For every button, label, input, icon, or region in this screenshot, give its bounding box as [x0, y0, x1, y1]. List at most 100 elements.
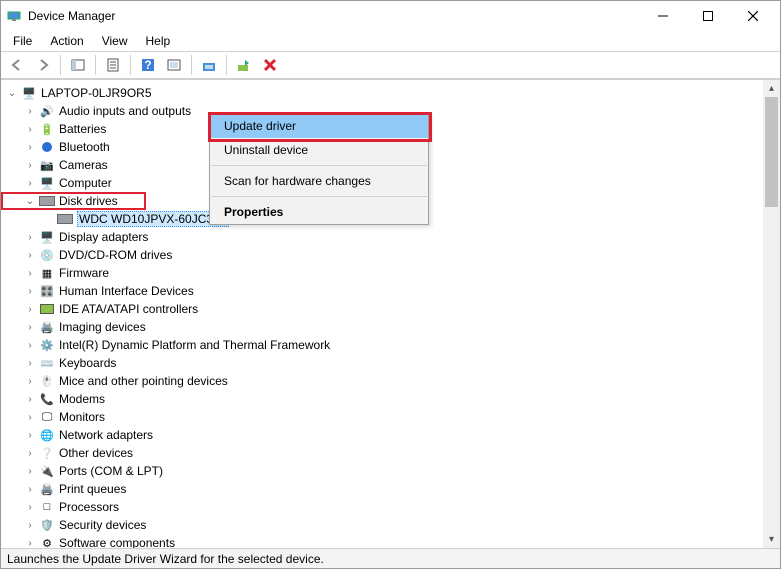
tree-root[interactable]: ⌄LAPTOP-0LJR9OR5 [1, 84, 763, 102]
cam-icon [39, 157, 55, 173]
toolbar-properties-button[interactable] [101, 53, 125, 77]
tree-item-label: Monitors [59, 410, 105, 424]
speaker-icon [39, 103, 55, 119]
tree-item-label: Human Interface Devices [59, 284, 194, 298]
tree-category[interactable]: ›Imaging devices [1, 318, 763, 336]
menu-file[interactable]: File [5, 32, 40, 50]
other-icon [39, 445, 55, 461]
expander-icon[interactable]: › [23, 302, 37, 316]
mouse-icon [39, 373, 55, 389]
tree-category[interactable]: ›Print queues [1, 480, 763, 498]
minimize-button[interactable] [640, 2, 685, 30]
tree-category[interactable]: ›Mice and other pointing devices [1, 372, 763, 390]
tree-category[interactable]: ›Processors [1, 498, 763, 516]
toolbar-forward-button[interactable] [31, 53, 55, 77]
svg-text:?: ? [144, 58, 151, 72]
toolbar-help-button[interactable]: ? [136, 53, 160, 77]
expander-icon[interactable]: › [23, 446, 37, 460]
tree-category[interactable]: › Intel(R) Dynamic Platform and Thermal F… [1, 336, 763, 354]
tree-category[interactable]: › Other devices [1, 444, 763, 462]
pc-icon [21, 85, 37, 101]
tree-item-label: Intel(R) Dynamic Platform and Thermal Fr… [59, 338, 330, 352]
tree-category[interactable]: ›Network adapters [1, 426, 763, 444]
modem-icon [39, 391, 55, 407]
expander-icon[interactable]: › [23, 428, 37, 442]
expander-icon[interactable]: › [23, 122, 37, 136]
tree-category[interactable]: ›DVD/CD-ROM drives [1, 246, 763, 264]
tree-category[interactable]: ›Security devices [1, 516, 763, 534]
tree-item-label: Disk drives [59, 194, 118, 208]
expander-icon[interactable]: › [23, 140, 37, 154]
expander-icon[interactable]: › [23, 392, 37, 406]
context-uninstall-device[interactable]: Uninstall device [210, 138, 428, 162]
expander-icon[interactable]: › [23, 518, 37, 532]
scroll-thumb[interactable] [765, 97, 778, 207]
scroll-down-button[interactable]: ▾ [763, 531, 780, 548]
expander-icon[interactable]: › [23, 410, 37, 424]
toolbar-update-driver-button[interactable] [197, 53, 221, 77]
tree-item-label: Display adapters [59, 230, 148, 244]
expander-icon[interactable]: › [23, 536, 37, 548]
expander-icon[interactable]: › [23, 320, 37, 334]
menu-help[interactable]: Help [138, 32, 179, 50]
expander-icon[interactable]: ⌄ [5, 86, 19, 100]
expander-icon[interactable]: › [23, 158, 37, 172]
expander-icon[interactable] [41, 212, 55, 226]
tree-category[interactable]: › Human Interface Devices [1, 282, 763, 300]
close-button[interactable] [730, 2, 775, 30]
expander-icon[interactable]: › [23, 248, 37, 262]
expander-icon[interactable]: › [23, 266, 37, 280]
tree-item-label: Audio inputs and outputs [59, 104, 191, 118]
tree-category[interactable]: › Monitors [1, 408, 763, 426]
toolbar: ? [1, 51, 780, 79]
tree-item-label: Bluetooth [59, 140, 110, 154]
tree-category[interactable]: › Keyboards [1, 354, 763, 372]
status-text: Launches the Update Driver Wizard for th… [7, 552, 324, 566]
toolbar-back-button[interactable] [5, 53, 29, 77]
tree-item-label: Keyboards [59, 356, 116, 370]
tree-category[interactable]: › Ports (COM & LPT) [1, 462, 763, 480]
expander-icon[interactable]: › [23, 374, 37, 388]
expander-icon[interactable]: › [23, 284, 37, 298]
ide-icon [39, 301, 55, 317]
tree-item-label: Cameras [59, 158, 108, 172]
context-scan-hardware[interactable]: Scan for hardware changes [210, 169, 428, 193]
intel-icon [39, 337, 55, 353]
batt-icon [39, 121, 55, 137]
tree-item-label: Ports (COM & LPT) [59, 464, 163, 478]
toolbar-uninstall-button[interactable] [258, 53, 282, 77]
expander-icon[interactable]: › [23, 500, 37, 514]
toolbar-enable-button[interactable] [232, 53, 256, 77]
expander-icon[interactable]: › [23, 230, 37, 244]
tree-item-label: WDC WD10JPVX-60JC3T0 [77, 211, 229, 227]
tree-item-label: Modems [59, 392, 105, 406]
expander-icon[interactable]: › [23, 104, 37, 118]
tree-category[interactable]: › Modems [1, 390, 763, 408]
menu-view[interactable]: View [94, 32, 136, 50]
expander-icon[interactable]: › [23, 356, 37, 370]
expander-icon[interactable]: › [23, 338, 37, 352]
toolbar-show-hide-button[interactable] [66, 53, 90, 77]
toolbar-scan-button[interactable] [162, 53, 186, 77]
context-separator [211, 196, 427, 197]
expander-icon[interactable]: › [23, 176, 37, 190]
tree-category[interactable]: › Display adapters [1, 228, 763, 246]
tree-category[interactable]: ›Software components [1, 534, 763, 548]
menu-action[interactable]: Action [42, 32, 91, 50]
vertical-scrollbar[interactable]: ▴ ▾ [763, 80, 780, 548]
expander-icon[interactable]: › [23, 464, 37, 478]
expander-icon[interactable]: ⌄ [23, 194, 37, 208]
tree-item-label: Other devices [59, 446, 133, 460]
status-bar: Launches the Update Driver Wizard for th… [1, 548, 780, 568]
tree-category[interactable]: ›Firmware [1, 264, 763, 282]
expander-icon[interactable]: › [23, 482, 37, 496]
toolbar-separator [95, 55, 96, 75]
context-update-driver[interactable]: Update driver [210, 114, 428, 138]
context-properties[interactable]: Properties [210, 200, 428, 224]
net-icon [39, 427, 55, 443]
tree-item-label: Batteries [59, 122, 106, 136]
tree-category[interactable]: ›IDE ATA/ATAPI controllers [1, 300, 763, 318]
context-menu: Update driver Uninstall device Scan for … [209, 113, 429, 225]
maximize-button[interactable] [685, 2, 730, 30]
scroll-up-button[interactable]: ▴ [763, 80, 780, 97]
